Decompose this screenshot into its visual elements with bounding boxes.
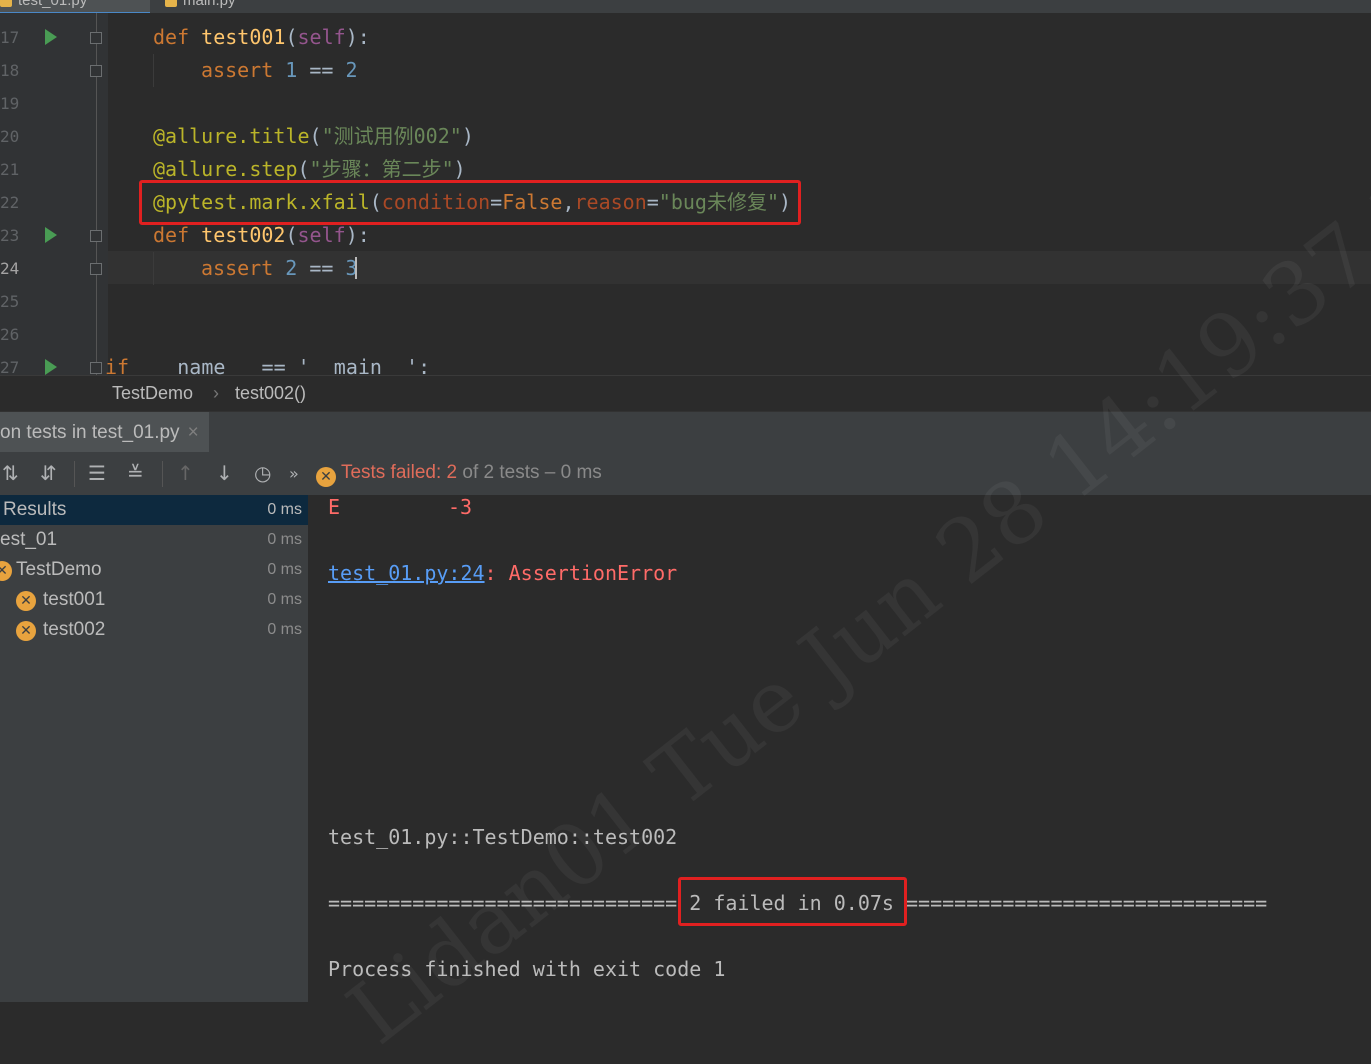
code-editor[interactable]: 17 18 19 20 21 22 23 24 25 26 27 def tes…	[0, 13, 1371, 375]
collapse-all-icon[interactable]: ≚	[127, 461, 144, 485]
tab-test-01[interactable]: test_01.py	[0, 0, 150, 13]
line-number: 23	[0, 226, 20, 245]
breadcrumb-method[interactable]: test002()	[235, 383, 306, 404]
sort-alpha-icon[interactable]: ⇅	[2, 461, 19, 485]
tree-row-results[interactable]: Results 0 ms	[0, 495, 308, 525]
python-file-icon	[0, 0, 12, 8]
tree-row-test001[interactable]: ✕ test001 0 ms	[0, 585, 308, 615]
failed-status-icon: ✕	[0, 561, 12, 581]
line-number: 20	[0, 127, 20, 146]
tree-row-class[interactable]: ✕ TestDemo 0 ms	[0, 555, 308, 585]
source-link[interactable]: test_01.py:24	[328, 561, 485, 585]
indent-guide	[153, 252, 154, 285]
console-line-error-value: E -3	[328, 495, 473, 519]
run-test-icon[interactable]	[45, 29, 57, 45]
run-tool-window-header: on tests in test_01.py ×	[0, 411, 1371, 454]
expand-all-icon[interactable]: ☰	[88, 461, 106, 485]
toolbar-separator	[74, 461, 75, 487]
console-line-location: test_01.py:24: AssertionError	[328, 561, 678, 585]
code-line-18: assert 1 == 2	[201, 58, 358, 82]
close-icon[interactable]: ×	[188, 422, 199, 443]
fold-marker-icon[interactable]	[90, 230, 102, 242]
failed-status-icon: ✕	[16, 591, 36, 611]
python-file-icon	[165, 0, 177, 8]
test-results-tree: Results 0 ms est_01 0 ms ✕ TestDemo 0 ms…	[0, 495, 309, 1002]
line-number: 17	[0, 28, 20, 47]
fold-marker-icon[interactable]	[90, 65, 102, 77]
fold-marker-icon[interactable]	[90, 263, 102, 275]
toolbar-separator	[162, 461, 163, 487]
highlight-box-xfail	[139, 180, 801, 225]
run-toolbar: ⇅ ⇵ ☰ ≚ ↑ ↓ ◷ » ✕ Tests failed: 2 of 2 t…	[0, 453, 1371, 496]
line-number: 18	[0, 61, 20, 80]
breadcrumb-class[interactable]: TestDemo	[112, 383, 193, 404]
line-number: 26	[0, 325, 20, 344]
indent-guide	[153, 54, 154, 87]
tree-row-module[interactable]: est_01 0 ms	[0, 525, 308, 555]
test-status: ✕ Tests failed: 2 of 2 tests – 0 ms	[316, 462, 602, 487]
code-line-24: assert 2 == 3	[201, 256, 358, 280]
console-line-nodeid: test_01.py::TestDemo::test002	[328, 825, 678, 849]
fold-marker-icon[interactable]	[90, 32, 102, 44]
tab-main[interactable]: main.py	[165, 0, 275, 12]
line-number: 24	[0, 259, 20, 278]
console-line-exit: Process finished with exit code 1	[328, 957, 726, 981]
breadcrumb: TestDemo › test002()	[0, 375, 1371, 411]
line-number: 27	[0, 358, 20, 375]
failed-status-icon: ✕	[16, 621, 36, 641]
highlight-box-summary	[678, 877, 907, 926]
console-output[interactable]: E -3 test_01.py:24: AssertionError test_0…	[309, 495, 1371, 1002]
run-tab[interactable]: on tests in test_01.py ×	[0, 412, 209, 452]
more-actions-icon[interactable]: »	[289, 464, 299, 483]
history-icon[interactable]: ◷	[254, 461, 271, 485]
editor-tab-strip: test_01.py main.py	[0, 0, 1371, 13]
run-main-icon[interactable]	[45, 359, 57, 375]
sort-duration-icon[interactable]: ⇵	[40, 461, 57, 485]
breadcrumb-separator: ›	[213, 383, 219, 403]
line-number: 25	[0, 292, 20, 311]
previous-failed-icon[interactable]: ↑	[177, 461, 194, 485]
run-test-icon[interactable]	[45, 227, 57, 243]
fold-marker-icon[interactable]	[90, 362, 102, 374]
line-number: 22	[0, 193, 20, 212]
line-number: 21	[0, 160, 20, 179]
code-line-27: if __name__ == '__main__':	[105, 355, 431, 375]
next-failed-icon[interactable]: ↓	[216, 461, 233, 485]
failed-status-icon: ✕	[316, 467, 336, 487]
text-caret	[355, 257, 357, 279]
code-line-20: @allure.title("测试用例002")	[153, 124, 474, 148]
line-number: 19	[0, 94, 20, 113]
tree-row-test002[interactable]: ✕ test002 0 ms	[0, 615, 308, 645]
code-line-17: def test001(self):	[153, 25, 370, 49]
